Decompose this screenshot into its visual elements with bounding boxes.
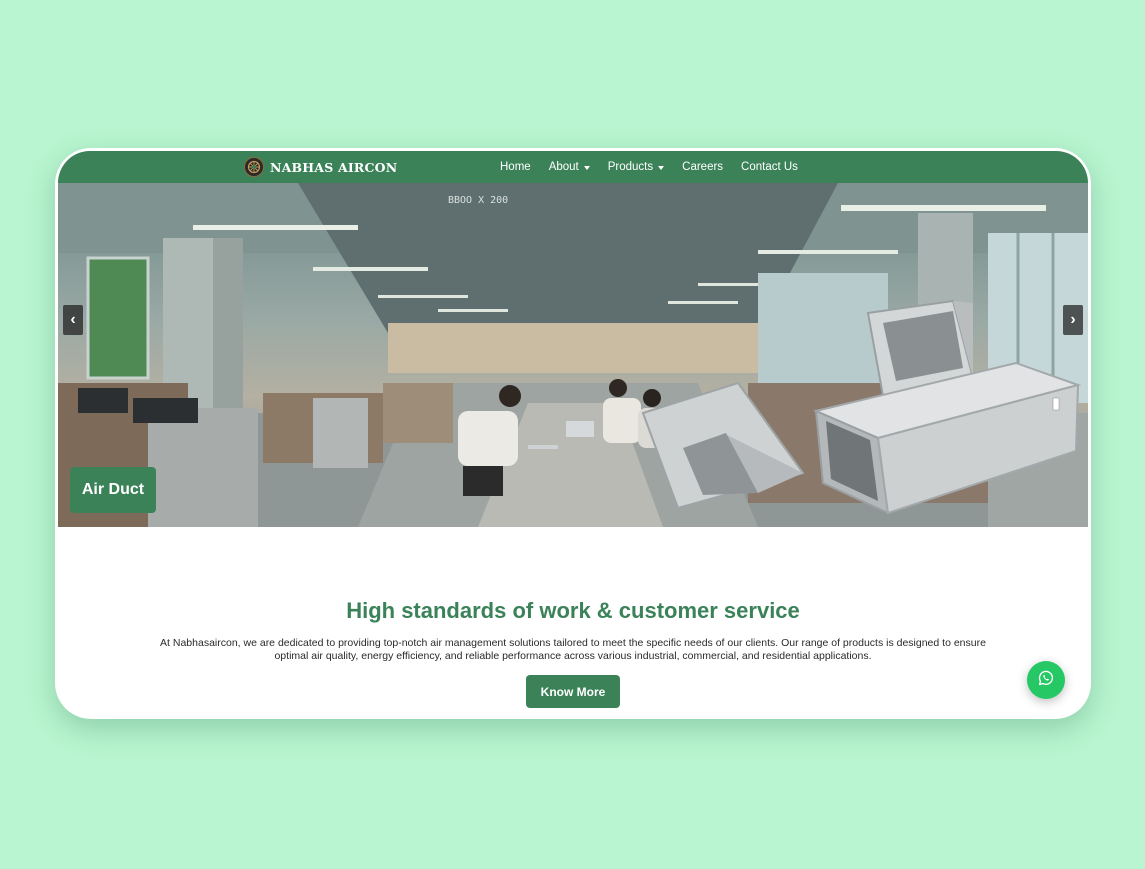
nav-home[interactable]: Home	[500, 161, 531, 173]
intro-section: High standards of work & customer servic…	[58, 527, 1088, 716]
main-menu: Home About Products Careers Contact Us	[500, 151, 816, 183]
nav-home-label: Home	[500, 161, 531, 173]
ceiling-light	[378, 295, 468, 298]
ceiling-light	[313, 267, 428, 271]
nav-about[interactable]: About	[549, 161, 590, 173]
nav-products-label: Products	[607, 161, 654, 173]
slider-prev-button[interactable]: ‹	[63, 305, 83, 335]
ceiling-light	[193, 225, 358, 230]
whatsapp-button[interactable]	[1027, 661, 1065, 699]
nav-careers[interactable]: Careers	[682, 161, 723, 173]
page-viewport: NABHAS AIRCON Home About Products Career…	[58, 151, 1088, 716]
know-more-label: Know More	[540, 684, 606, 699]
nav-careers-label: Careers	[682, 161, 724, 173]
ceiling-label: BBOO X 200	[448, 195, 508, 206]
caret-down-icon	[658, 165, 665, 170]
nav-about-label: About	[548, 161, 579, 173]
brand[interactable]: NABHAS AIRCON	[244, 157, 397, 177]
hero-slider: BBOO X 200 ‹ › Air Duct	[58, 183, 1088, 527]
slide-caption[interactable]: Air Duct	[70, 467, 156, 513]
hero-office-illustration: BBOO X 200	[58, 183, 1088, 527]
browser-frame: NABHAS AIRCON Home About Products Career…	[55, 148, 1091, 719]
caret-down-icon	[583, 165, 590, 170]
section-heading: High standards of work & customer servic…	[346, 598, 800, 623]
brand-logo-icon	[244, 157, 264, 177]
know-more-button[interactable]: Know More	[526, 675, 620, 708]
section-description: At Nabhasaircon, we are dedicated to pro…	[160, 637, 986, 662]
nav-products[interactable]: Products	[607, 161, 665, 173]
slider-next-button[interactable]: ›	[1063, 305, 1083, 335]
ceiling-light	[668, 301, 738, 304]
ceiling-light	[758, 250, 898, 254]
whatsapp-icon	[1037, 669, 1055, 692]
nav-contact-label: Contact Us	[741, 161, 798, 173]
ceiling-light	[438, 309, 508, 312]
navbar: NABHAS AIRCON Home About Products Career…	[58, 151, 1088, 183]
slide-caption-label: Air Duct	[81, 481, 145, 498]
nav-contact[interactable]: Contact Us	[741, 161, 798, 173]
brand-name: NABHAS AIRCON	[270, 159, 398, 175]
ceiling-light	[841, 205, 1046, 211]
chevron-left-icon: ‹	[70, 311, 76, 328]
chevron-right-icon: ›	[1070, 311, 1076, 328]
